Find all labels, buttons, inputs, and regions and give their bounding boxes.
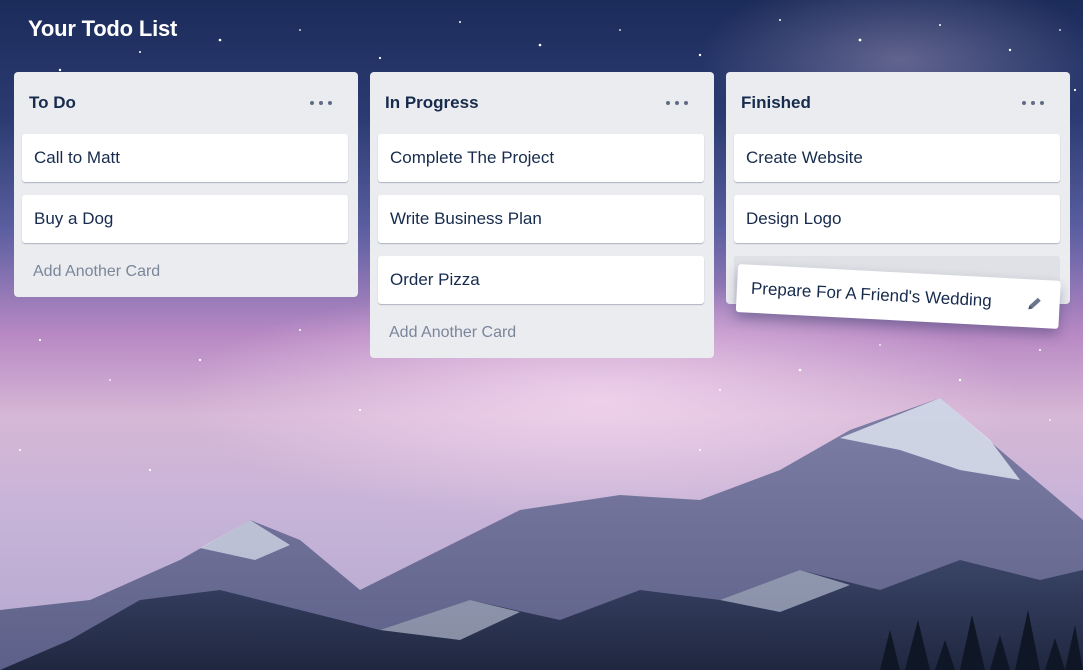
card[interactable]: Buy a Dog [22, 195, 348, 243]
card[interactable]: Order Pizza [378, 256, 704, 304]
board-title: Your Todo List [28, 16, 178, 41]
list-title: Finished [741, 93, 811, 112]
card[interactable]: Call to Matt [22, 134, 348, 182]
list-to-do: To Do Call to Matt Buy a Dog Add Another… [14, 72, 358, 297]
list-header: To Do [22, 72, 348, 134]
ellipsis-icon[interactable] [666, 96, 688, 110]
ellipsis-icon[interactable] [1022, 96, 1044, 110]
list-header: Finished [734, 72, 1060, 134]
list-in-progress: In Progress Complete The Project Write B… [370, 72, 714, 358]
card[interactable]: Design Logo [734, 195, 1060, 243]
card[interactable]: Complete The Project [378, 134, 704, 182]
card[interactable]: Write Business Plan [378, 195, 704, 243]
list-title: To Do [29, 93, 76, 112]
list-title: In Progress [385, 93, 479, 112]
pencil-icon[interactable] [1023, 292, 1046, 315]
dragging-card-text: Prepare For A Friend's Wedding [750, 278, 993, 311]
card[interactable]: Create Website [734, 134, 1060, 182]
add-card-button[interactable]: Add Another Card [378, 324, 704, 342]
add-card-button[interactable]: Add Another Card [22, 263, 348, 281]
list-header: In Progress [378, 72, 704, 134]
ellipsis-icon[interactable] [310, 96, 332, 110]
